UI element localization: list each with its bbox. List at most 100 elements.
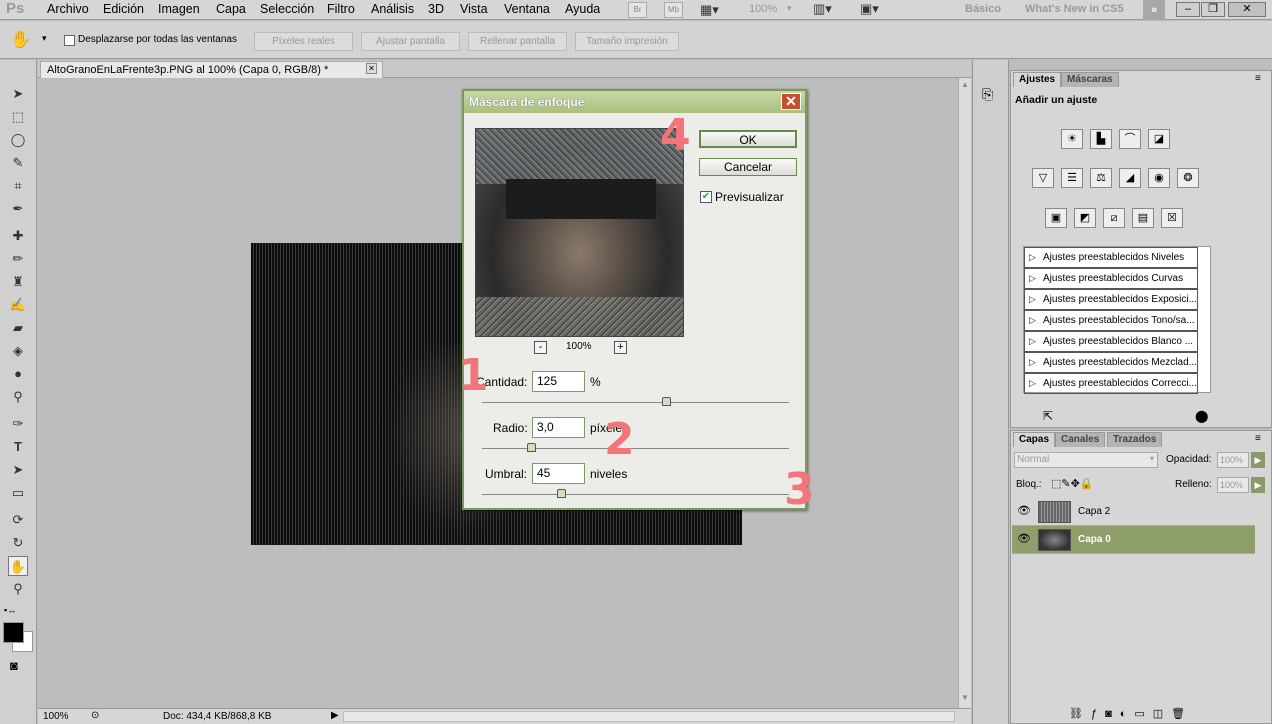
black-white-icon[interactable]: ◢ — [1119, 168, 1141, 188]
shape-tool-icon[interactable]: ▭ — [8, 483, 28, 503]
fill-slider-icon[interactable]: ▶ — [1251, 477, 1265, 493]
ok-button[interactable]: OK — [699, 130, 797, 148]
screen-mode-icon[interactable]: ▣▾ — [860, 1, 879, 17]
fit-screen-button[interactable]: Ajustar pantalla — [361, 32, 460, 51]
menu-3d[interactable]: 3D — [428, 2, 444, 16]
brightness-contrast-icon[interactable]: ☀ — [1061, 129, 1083, 149]
menu-capa[interactable]: Capa — [216, 2, 246, 16]
bridge-button[interactable]: Br — [628, 2, 647, 18]
threshold-slider-knob[interactable] — [557, 489, 566, 498]
menu-seleccion[interactable]: Selección — [260, 2, 314, 16]
status-info-icon[interactable]: ⊙ — [91, 710, 99, 721]
layer-actions-icons[interactable]: ⛓ƒ◙◐▭◫🗑 — [1069, 707, 1193, 720]
fill-screen-button[interactable]: Rellenar pantalla — [468, 32, 567, 51]
hue-saturation-icon[interactable]: ☰ — [1061, 168, 1083, 188]
curves-icon[interactable]: ⌒ — [1119, 129, 1141, 149]
quick-selection-tool-icon[interactable]: ✎ — [8, 153, 28, 173]
exposure-icon[interactable]: ◪ — [1148, 129, 1170, 149]
lasso-tool-icon[interactable]: ◯ — [8, 130, 28, 150]
paint-bucket-tool-icon[interactable]: ◈ — [8, 341, 28, 361]
photo-filter-icon[interactable]: ◉ — [1148, 168, 1170, 188]
zoom-tool-icon[interactable]: ⚲ — [8, 579, 28, 599]
filter-preview[interactable] — [475, 128, 684, 337]
move-tool-icon[interactable]: ➤ — [8, 84, 28, 104]
document-tab[interactable]: AltoGranoEnLaFrente3p.PNG al 100% (Capa … — [40, 61, 383, 78]
close-icon[interactable]: ✕ — [781, 93, 801, 110]
vibrance-icon[interactable]: ▽ — [1032, 168, 1054, 188]
menu-filtro[interactable]: Filtro — [327, 2, 355, 16]
posterize-icon[interactable]: ◩ — [1074, 208, 1096, 228]
brush-tool-icon[interactable]: ✏ — [8, 249, 28, 269]
preset-curvas[interactable]: ▷ Ajustes preestablecidos Curvas — [1024, 268, 1198, 289]
zoom-out-button[interactable]: - — [534, 341, 547, 354]
horizontal-scrollbar[interactable] — [343, 711, 955, 722]
layer-row-capa-2[interactable]: 👁 Capa 2 — [1012, 498, 1255, 526]
preset-tono-saturacion[interactable]: ▷ Ajustes preestablecidos Tono/sa... — [1024, 310, 1198, 331]
scroll-down-icon[interactable]: ▼ — [961, 693, 969, 702]
clip-layer-icon[interactable]: ⬤ — [1195, 409, 1208, 423]
opacity-slider-icon[interactable]: ▶ — [1251, 452, 1265, 468]
clone-stamp-tool-icon[interactable]: ♜ — [8, 272, 28, 292]
preview-checkbox[interactable]: ✔ — [700, 191, 712, 203]
tab-canales[interactable]: Canales — [1055, 432, 1106, 447]
preset-blanco-negro[interactable]: ▷ Ajustes preestablecidos Blanco ... — [1024, 331, 1198, 352]
3d-orbit-tool-icon[interactable]: ↻ — [8, 533, 28, 553]
view-extras-icon[interactable]: ▦▾ — [700, 2, 719, 18]
arrange-documents-icon[interactable]: ▥▾ — [813, 1, 832, 17]
history-panel-icon[interactable]: ⎘ — [982, 86, 993, 103]
amount-slider[interactable] — [482, 397, 789, 406]
lock-icons[interactable]: ⬚✎✥🔒 — [1051, 477, 1094, 490]
type-tool-icon[interactable]: T — [8, 437, 28, 457]
close-document-icon[interactable]: ✕ — [366, 63, 377, 74]
amount-input[interactable]: 125 — [532, 371, 585, 392]
healing-brush-tool-icon[interactable]: ✚ — [8, 226, 28, 246]
selective-color-icon[interactable]: ☒ — [1161, 208, 1183, 228]
status-zoom[interactable]: 100% — [43, 711, 69, 722]
crop-tool-icon[interactable]: ⌗ — [8, 176, 28, 196]
tab-mascaras[interactable]: Máscaras — [1061, 72, 1119, 87]
zoom-dropdown-icon[interactable]: ▾ — [787, 3, 792, 14]
eyedropper-tool-icon[interactable]: ✒ — [8, 199, 28, 219]
fill-input[interactable]: 100% — [1217, 477, 1249, 493]
history-brush-tool-icon[interactable]: ✍ — [8, 295, 28, 315]
tab-trazados[interactable]: Trazados — [1107, 432, 1163, 447]
menu-analisis[interactable]: Análisis — [371, 2, 414, 16]
threshold-input[interactable]: 45 — [532, 463, 585, 484]
radius-slider-knob[interactable] — [527, 443, 536, 452]
workspace-basico[interactable]: Básico — [965, 3, 1001, 15]
scroll-all-checkbox[interactable] — [64, 35, 75, 46]
panel-menu-icon[interactable]: ≡ — [1255, 73, 1261, 84]
dodge-tool-icon[interactable]: ⚲ — [8, 387, 28, 407]
hand-tool-icon[interactable]: ✋ — [8, 556, 28, 576]
restore-icon[interactable]: ❐ — [1201, 2, 1225, 17]
minibridge-button[interactable]: Mb — [664, 2, 683, 18]
vertical-scrollbar[interactable]: ▲ ▼ — [958, 78, 971, 708]
preset-dropdown-icon[interactable]: ▾ — [42, 33, 47, 44]
threshold-icon[interactable]: ⧄ — [1103, 208, 1125, 228]
zoom-in-button[interactable]: + — [614, 341, 627, 354]
real-pixels-button[interactable]: Píxeles reales — [254, 32, 353, 51]
preset-correccion[interactable]: ▷ Ajustes preestablecidos Correcci... — [1024, 373, 1198, 394]
default-colors-icon[interactable]: ▪↔ — [4, 605, 16, 615]
color-balance-icon[interactable]: ⚖ — [1090, 168, 1112, 188]
threshold-slider[interactable] — [482, 489, 789, 498]
menu-ayuda[interactable]: Ayuda — [565, 2, 600, 16]
zoom-level[interactable]: 100% — [749, 3, 777, 15]
preset-mezclador[interactable]: ▷ Ajustes preestablecidos Mezclad... — [1024, 352, 1198, 373]
menu-vista[interactable]: Vista — [460, 2, 488, 16]
visibility-eye-icon[interactable]: 👁 — [1017, 532, 1031, 545]
eraser-tool-icon[interactable]: ▰ — [8, 318, 28, 338]
print-size-button[interactable]: Tamaño impresión — [575, 32, 679, 51]
layer-row-capa-0[interactable]: 👁 Capa 0 — [1012, 526, 1255, 554]
radius-slider[interactable] — [482, 443, 789, 452]
path-selection-tool-icon[interactable]: ➤ — [8, 460, 28, 480]
radius-input[interactable]: 3,0 — [532, 417, 585, 438]
menu-edicion[interactable]: Edición — [103, 2, 144, 16]
tab-capas[interactable]: Capas — [1013, 432, 1056, 447]
opacity-input[interactable]: 100% — [1217, 452, 1249, 468]
menu-archivo[interactable]: Archivo — [47, 2, 89, 16]
gradient-map-icon[interactable]: ▤ — [1132, 208, 1154, 228]
visibility-eye-icon[interactable]: 👁 — [1017, 504, 1031, 517]
close-app-icon[interactable]: ✕ — [1228, 2, 1266, 17]
preset-niveles[interactable]: ▷ Ajustes preestablecidos Niveles — [1024, 247, 1198, 268]
